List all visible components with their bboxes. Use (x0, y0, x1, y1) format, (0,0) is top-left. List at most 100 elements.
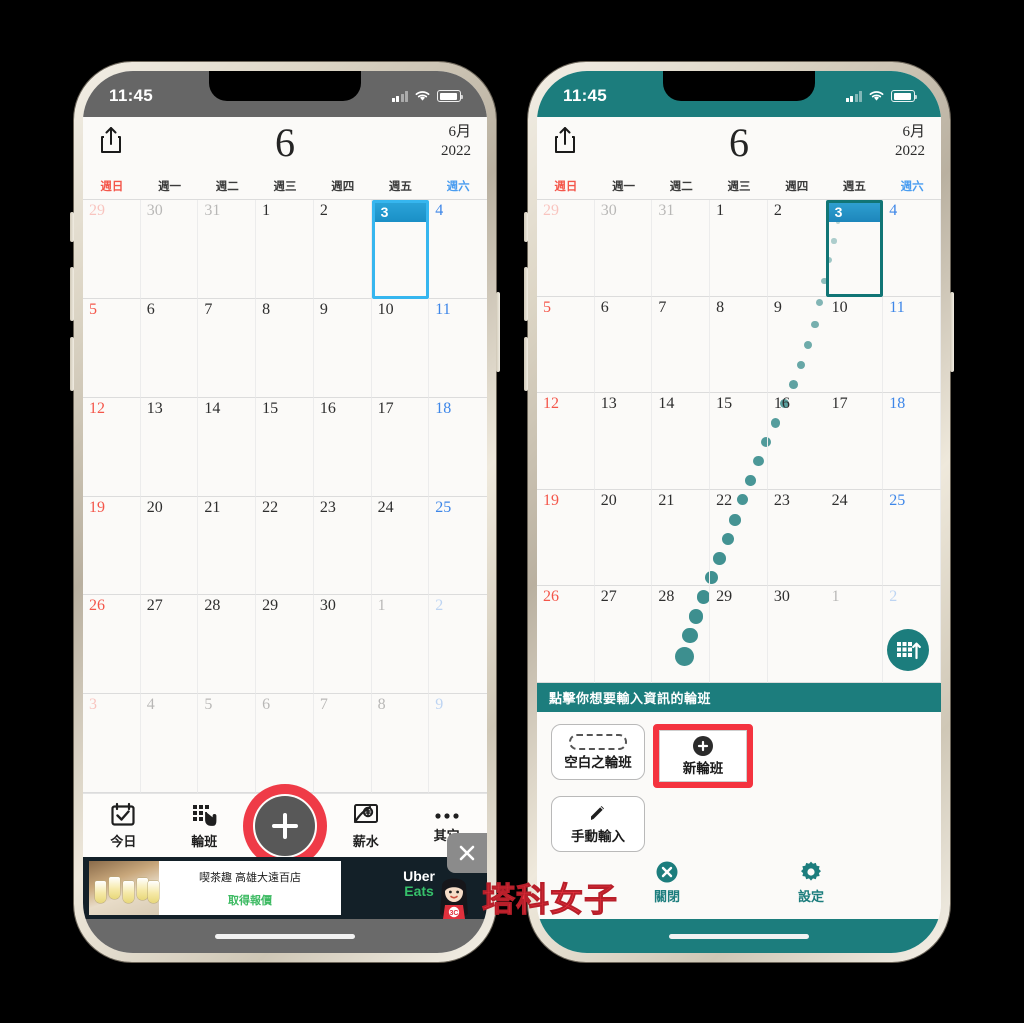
calendar-day-cell[interactable]: 13 (594, 393, 653, 490)
calendar-day-cell[interactable]: 30 (313, 595, 372, 695)
calendar-day-cell[interactable]: 10 (825, 296, 884, 394)
sidebar-item-today[interactable]: 今日 (83, 802, 164, 850)
calendar-day-cell[interactable]: 6 (256, 694, 314, 793)
calendar-day-cell[interactable]: 21 (652, 489, 711, 587)
mute-switch[interactable] (524, 212, 528, 242)
ad-card[interactable]: 喫茶趣 高雄大遠百店 取得報價 (89, 861, 341, 915)
calendar-day-cell[interactable]: 26 (83, 595, 141, 695)
home-indicator[interactable] (215, 933, 355, 939)
new-shift-option[interactable]: 新輪班 (659, 730, 747, 782)
calendar-day-cell[interactable]: 1 (371, 595, 430, 695)
calendar-day-cell[interactable]: 30 (767, 586, 826, 683)
calendar-day-cell[interactable]: 24 (371, 496, 430, 596)
home-indicator[interactable] (669, 933, 809, 939)
calendar-day-cell[interactable]: 30 (594, 200, 653, 297)
share-icon[interactable] (553, 125, 577, 160)
volume-down-button[interactable] (70, 337, 74, 391)
calendar-day-cell[interactable]: 10 (371, 298, 430, 398)
calendar-day-cell[interactable]: 1 (256, 200, 314, 299)
calendar-day-cell[interactable]: 29 (256, 595, 314, 695)
calendar-day-cell[interactable]: 1 (710, 200, 768, 297)
calendar-day-cell[interactable]: 19 (537, 489, 595, 587)
calendar-day-cell[interactable]: 1 (825, 586, 884, 683)
calendar-day-cell[interactable]: 29 (710, 586, 768, 683)
calendar-day-cell[interactable]: 4 (883, 200, 941, 297)
calendar-day-cell[interactable]: 4 (429, 200, 487, 299)
blank-shift-option[interactable]: 空白之輪班 (551, 724, 645, 780)
calendar-day-cell[interactable]: 9 (313, 298, 372, 398)
add-button[interactable] (255, 795, 315, 856)
calendar-day-cell[interactable]: 8 (371, 694, 430, 793)
calendar-day-cell[interactable]: 15 (256, 397, 314, 497)
settings-button[interactable]: 設定 (798, 860, 824, 905)
calendar-day-cell[interactable]: 9 (429, 694, 487, 793)
calendar-day-cell[interactable]: 14 (652, 393, 711, 490)
manual-input-option[interactable]: 手動輸入 (551, 796, 645, 852)
calendar-day-cell[interactable]: 18 (429, 398, 487, 497)
calendar-day-cell[interactable]: 28 (198, 595, 257, 695)
calendar-day-cell[interactable]: 2 (883, 586, 941, 683)
calendar-day-cell[interactable]: 20 (140, 496, 199, 596)
calendar-day-cell[interactable]: 12 (537, 393, 595, 490)
calendar-day-cell[interactable]: 3 (825, 200, 884, 297)
calendar-day-cell[interactable]: 21 (198, 496, 257, 596)
calendar-day-cell[interactable]: 29 (537, 200, 595, 297)
calendar-day-cell[interactable]: 22 (710, 489, 768, 587)
calendar-day-cell[interactable]: 16 (767, 393, 826, 490)
calendar-day-cell[interactable]: 31 (652, 200, 711, 297)
ad-dismiss-button[interactable] (447, 833, 487, 873)
volume-up-button[interactable] (524, 267, 528, 321)
calendar-day-cell[interactable]: 5 (537, 296, 595, 394)
calendar-day-cell[interactable]: 25 (883, 489, 941, 587)
calendar-day-cell[interactable]: 17 (825, 393, 884, 490)
sidebar-item-salary[interactable]: 薪水 (325, 802, 406, 850)
sidebar-item-shift[interactable]: 輪班 (164, 802, 245, 850)
calendar-day-cell[interactable]: 27 (594, 586, 653, 683)
power-button[interactable] (950, 292, 954, 372)
calendar-day-cell[interactable]: 7 (652, 296, 711, 394)
calendar-day-cell[interactable]: 15 (710, 393, 768, 490)
calendar-day-cell[interactable]: 23 (767, 490, 826, 587)
calendar-day-cell[interactable]: 19 (83, 496, 141, 596)
calendar-day-cell[interactable]: 23 (313, 496, 372, 596)
calendar-day-cell[interactable]: 5 (83, 298, 141, 398)
calendar-day-cell[interactable]: 16 (313, 397, 372, 497)
power-button[interactable] (496, 292, 500, 372)
calendar-day-cell[interactable]: 29 (83, 200, 141, 299)
calendar-day-cell[interactable]: 27 (140, 595, 199, 695)
calendar-day-cell[interactable]: 13 (140, 397, 199, 497)
calendar-day-cell[interactable]: 20 (594, 489, 653, 587)
calendar-day-cell[interactable]: 8 (256, 298, 314, 398)
calendar-day-cell[interactable]: 14 (198, 397, 257, 497)
calendar-day-cell[interactable]: 3 (371, 200, 430, 299)
calendar-day-cell[interactable]: 12 (83, 397, 141, 497)
calendar-day-cell[interactable]: 25 (429, 497, 487, 596)
calendar-day-cell[interactable]: 2 (429, 595, 487, 695)
calendar-day-cell[interactable]: 11 (883, 296, 941, 394)
calendar-day-cell[interactable]: 24 (825, 489, 884, 587)
calendar-day-cell[interactable]: 7 (313, 694, 372, 793)
calendar-day-cell[interactable]: 11 (429, 299, 487, 398)
calendar-day-cell[interactable]: 2 (767, 200, 826, 297)
volume-up-button[interactable] (70, 267, 74, 321)
calendar-day-cell[interactable]: 31 (198, 200, 257, 299)
calendar-day-cell[interactable]: 18 (883, 393, 941, 490)
ad-banner[interactable]: 喫茶趣 高雄大遠百店 取得報價 Uber Eats ⓘ ✕ (83, 857, 487, 919)
volume-down-button[interactable] (524, 337, 528, 391)
calendar-day-cell[interactable]: 3 (83, 694, 141, 793)
calendar-day-cell[interactable]: 8 (710, 296, 768, 394)
calendar-day-cell[interactable]: 5 (198, 694, 257, 793)
calendar-day-cell[interactable]: 17 (371, 397, 430, 497)
share-icon[interactable] (99, 125, 123, 160)
calendar-day-cell[interactable]: 22 (256, 496, 314, 596)
mute-switch[interactable] (70, 212, 74, 242)
calendar-day-cell[interactable]: 26 (537, 586, 595, 683)
ad-cta-button[interactable]: 取得報價 (228, 892, 272, 908)
calendar-day-cell[interactable]: 4 (140, 694, 199, 793)
calendar-day-cell[interactable]: 2 (313, 200, 372, 299)
calendar-day-cell[interactable]: 28 (652, 586, 711, 683)
calendar-day-cell[interactable]: 30 (140, 200, 199, 299)
calendar-day-cell[interactable]: 9 (767, 297, 826, 394)
calendar-day-cell[interactable]: 7 (198, 298, 257, 398)
calendar-day-cell[interactable]: 6 (594, 296, 653, 394)
